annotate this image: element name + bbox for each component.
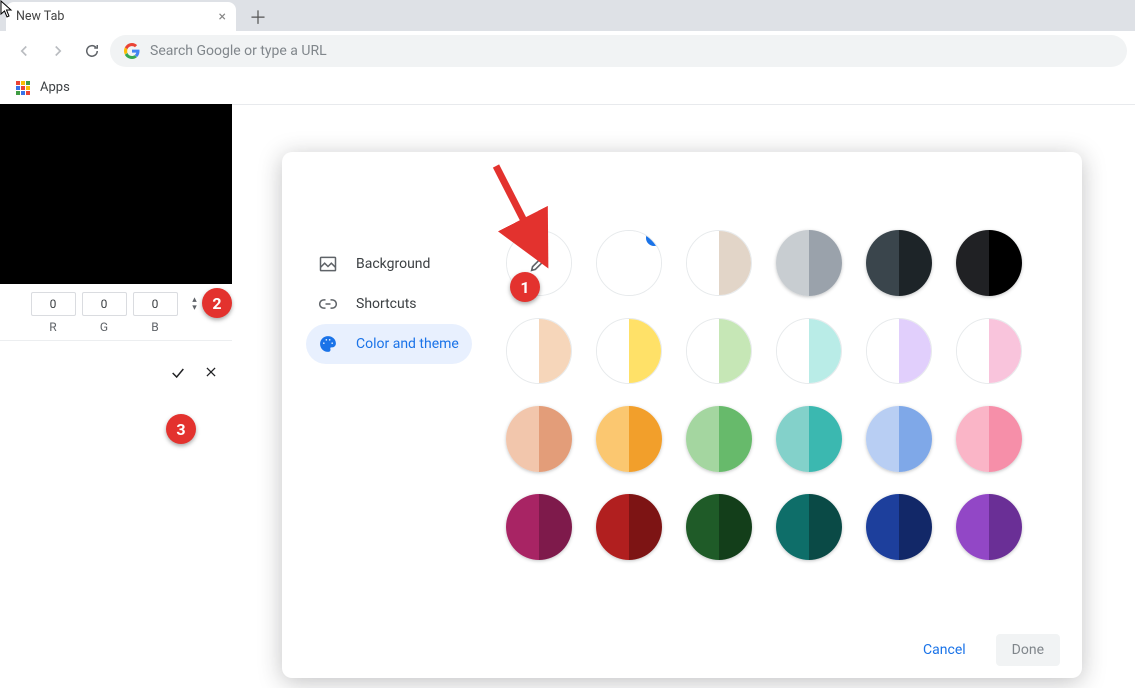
back-button[interactable] (8, 35, 40, 67)
theme-swatch-22[interactable] (866, 494, 932, 560)
link-icon (318, 294, 338, 314)
theme-swatch-9[interactable] (776, 318, 842, 384)
b-value-field[interactable]: 0 (133, 292, 178, 316)
theme-swatch-3[interactable] (776, 230, 842, 296)
apps-grid-icon[interactable] (16, 81, 30, 95)
theme-color-grid (506, 230, 1062, 560)
r-label: R (31, 320, 76, 334)
google-g-icon (124, 43, 140, 59)
apps-bookmark[interactable]: Apps (40, 80, 70, 95)
theme-swatch-10[interactable] (866, 318, 932, 384)
color-picker-panel: 0 0 0 ▴▾ R G B (0, 104, 232, 389)
done-button[interactable]: Done (996, 634, 1060, 666)
bookmarks-bar: Apps (0, 71, 1135, 105)
g-value-field[interactable]: 0 (82, 292, 127, 316)
omnibox[interactable]: Search Google or type a URL (110, 35, 1127, 67)
r-value-field[interactable]: 0 (31, 292, 76, 316)
selected-check-icon (644, 230, 662, 248)
theme-swatch-19[interactable] (596, 494, 662, 560)
theme-swatch-20[interactable] (686, 494, 752, 560)
reload-button[interactable] (76, 35, 108, 67)
confirm-color-button[interactable] (170, 365, 188, 381)
mouse-cursor-icon (0, 0, 14, 18)
annotation-callout-3: 3 (166, 414, 196, 444)
theme-swatch-16[interactable] (866, 406, 932, 472)
toolbar: Search Google or type a URL (0, 31, 1135, 71)
dialog-main: Cancel Done (482, 152, 1082, 678)
nav-label: Background (356, 256, 430, 272)
theme-swatch-13[interactable] (596, 406, 662, 472)
nav-label: Color and theme (356, 336, 459, 352)
tab-title: New Tab (16, 9, 64, 24)
close-tab-icon[interactable]: × (219, 10, 226, 24)
dialog-sidebar: Background Shortcuts Color and theme (282, 152, 482, 678)
color-format-stepper[interactable]: ▴▾ (188, 296, 202, 312)
browser-tab[interactable]: New Tab × (6, 2, 236, 31)
theme-swatch-18[interactable] (506, 494, 572, 560)
theme-swatch-21[interactable] (776, 494, 842, 560)
new-tab-button[interactable]: ＋ (246, 5, 270, 29)
g-label: G (82, 320, 127, 334)
cancel-color-button[interactable] (204, 365, 222, 381)
theme-swatch-6[interactable] (506, 318, 572, 384)
nav-label: Shortcuts (356, 296, 417, 312)
theme-swatch-17[interactable] (956, 406, 1022, 472)
annotation-callout-2: 2 (202, 288, 232, 318)
forward-button[interactable] (42, 35, 74, 67)
theme-swatch-2[interactable] (686, 230, 752, 296)
nav-item-background[interactable]: Background (306, 244, 472, 284)
theme-swatch-1[interactable] (596, 230, 662, 296)
theme-swatch-23[interactable] (956, 494, 1022, 560)
theme-swatch-8[interactable] (686, 318, 752, 384)
tab-strip: New Tab × ＋ (0, 0, 1135, 31)
theme-swatch-11[interactable] (956, 318, 1022, 384)
nav-item-shortcuts[interactable]: Shortcuts (306, 284, 472, 324)
dialog-buttons: Cancel Done (506, 626, 1062, 666)
theme-swatch-14[interactable] (686, 406, 752, 472)
theme-swatch-4[interactable] (866, 230, 932, 296)
annotation-callout-1: 1 (510, 272, 540, 302)
b-label: B (133, 320, 178, 334)
palette-icon (318, 334, 338, 354)
nav-item-color-theme[interactable]: Color and theme (306, 324, 472, 364)
cancel-button[interactable]: Cancel (907, 634, 982, 666)
omnibox-placeholder: Search Google or type a URL (150, 43, 327, 59)
theme-swatch-12[interactable] (506, 406, 572, 472)
customize-dialog: Background Shortcuts Color and theme Can… (282, 152, 1082, 678)
theme-swatch-15[interactable] (776, 406, 842, 472)
theme-swatch-5[interactable] (956, 230, 1022, 296)
theme-swatch-7[interactable] (596, 318, 662, 384)
color-swatch-canvas[interactable] (0, 104, 232, 284)
background-icon (318, 254, 338, 274)
